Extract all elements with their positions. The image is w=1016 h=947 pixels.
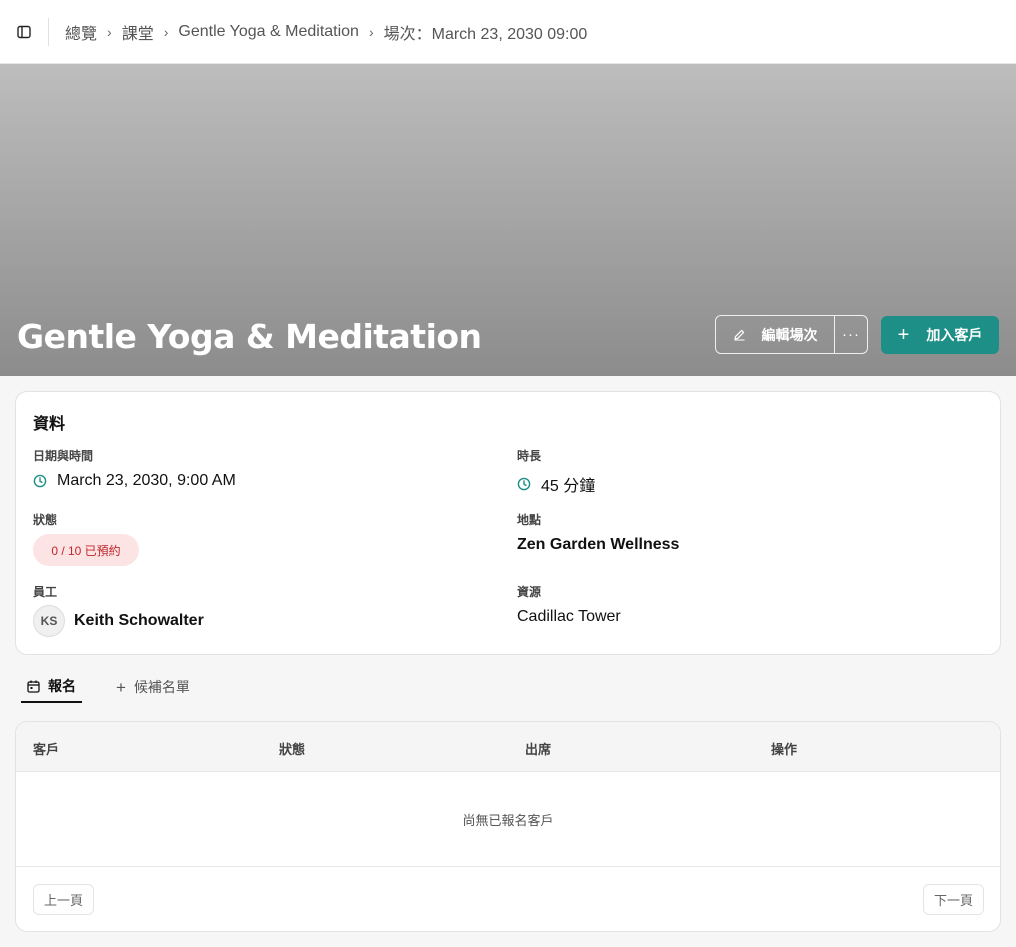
duration-value: 45 分鐘 bbox=[517, 472, 595, 496]
duration-text: 45 分鐘 bbox=[541, 478, 596, 495]
tab-enrollment[interactable]: 報名 bbox=[21, 671, 82, 703]
topbar-divider bbox=[48, 17, 49, 46]
column-header-attendance: 出席 bbox=[525, 742, 552, 757]
plus-icon: + bbox=[897, 323, 910, 346]
top-bar: 總覽 › 課堂 › Gentle Yoga & Meditation › 場次：… bbox=[0, 0, 1016, 64]
breadcrumb-separator: › bbox=[368, 23, 374, 40]
empty-state-row: 尚無已報名客戶 bbox=[16, 772, 1000, 867]
info-card: 資料 日期與時間 March 23, 2030, 9:00 AM 時長 45 分… bbox=[15, 391, 1001, 655]
datetime-text: March 23, 2030, 9:00 AM bbox=[57, 472, 236, 489]
location-label: 地點 bbox=[517, 513, 542, 527]
sidebar-toggle-button[interactable] bbox=[0, 0, 48, 64]
resource-label: 資源 bbox=[517, 585, 542, 599]
add-customer-label: 加入客戶 bbox=[926, 326, 983, 343]
edit-button-group: 編輯場次 ··· bbox=[715, 315, 868, 354]
breadcrumb-overview[interactable]: 總覽 bbox=[65, 20, 97, 44]
tab-enrollment-label: 報名 bbox=[48, 678, 76, 694]
datetime-value: March 23, 2030, 9:00 AM bbox=[33, 472, 236, 490]
clock-icon bbox=[33, 474, 47, 488]
tab-waitlist[interactable]: + 候補名單 bbox=[116, 671, 190, 703]
pagination: 上一頁 下一頁 bbox=[16, 867, 1000, 931]
breadcrumb: 總覽 › 課堂 › Gentle Yoga & Meditation › 場次：… bbox=[65, 20, 587, 44]
edit-session-label: 編輯場次 bbox=[761, 326, 818, 343]
next-page-button[interactable]: 下一頁 bbox=[922, 884, 984, 915]
tabs: 報名 + 候補名單 bbox=[21, 671, 190, 703]
breadcrumb-classes[interactable]: 課堂 bbox=[122, 20, 154, 44]
duration-label: 時長 bbox=[517, 449, 542, 463]
location-value: Zen Garden Wellness bbox=[517, 536, 680, 553]
datetime-label: 日期與時間 bbox=[33, 449, 94, 463]
staff-label: 員工 bbox=[33, 585, 58, 599]
previous-page-button[interactable]: 上一頁 bbox=[33, 884, 95, 915]
info-card-title: 資料 bbox=[33, 416, 66, 433]
column-header-customer: 客戶 bbox=[33, 742, 60, 757]
empty-state-text: 尚無已報名客戶 bbox=[462, 812, 554, 828]
avatar: KS bbox=[33, 605, 65, 637]
tab-waitlist-label: 候補名單 bbox=[133, 679, 190, 695]
table-header: 客戶 狀態 出席 操作 bbox=[16, 722, 1000, 772]
enrollment-table: 客戶 狀態 出席 操作 尚無已報名客戶 上一頁 下一頁 bbox=[15, 721, 1001, 932]
edit-session-button[interactable]: 編輯場次 bbox=[716, 316, 835, 353]
breadcrumb-separator: › bbox=[107, 23, 112, 40]
staff-name[interactable]: Keith Schowalter bbox=[74, 612, 204, 630]
edit-icon bbox=[733, 329, 744, 341]
column-header-status: 狀態 bbox=[279, 742, 306, 757]
resource-value: Cadillac Tower bbox=[517, 608, 621, 625]
column-header-actions: 操作 bbox=[771, 742, 798, 757]
status-badge: 0 / 10 已預約 bbox=[33, 534, 139, 566]
breadcrumb-session: 場次：March 23, 2030 09:00 bbox=[383, 25, 588, 43]
more-icon: ··· bbox=[842, 326, 860, 343]
status-label: 狀態 bbox=[33, 513, 58, 527]
sidebar-icon bbox=[17, 25, 31, 38]
staff-value: KS Keith Schowalter bbox=[33, 605, 204, 637]
calendar-icon bbox=[27, 680, 40, 693]
page-title: Gentle Yoga & Meditation bbox=[17, 317, 482, 356]
breadcrumb-separator: › bbox=[163, 23, 169, 40]
clock-icon bbox=[517, 477, 531, 491]
breadcrumb-class-name[interactable]: Gentle Yoga & Meditation bbox=[178, 23, 359, 41]
hero-actions: 編輯場次 ··· + 加入客戶 bbox=[715, 315, 999, 354]
hero-banner: Gentle Yoga & Meditation 編輯場次 ··· + 加入客戶 bbox=[0, 64, 1016, 376]
plus-icon: + bbox=[116, 677, 126, 697]
add-customer-button[interactable]: + 加入客戶 bbox=[881, 315, 999, 354]
more-options-button[interactable]: ··· bbox=[835, 316, 867, 353]
